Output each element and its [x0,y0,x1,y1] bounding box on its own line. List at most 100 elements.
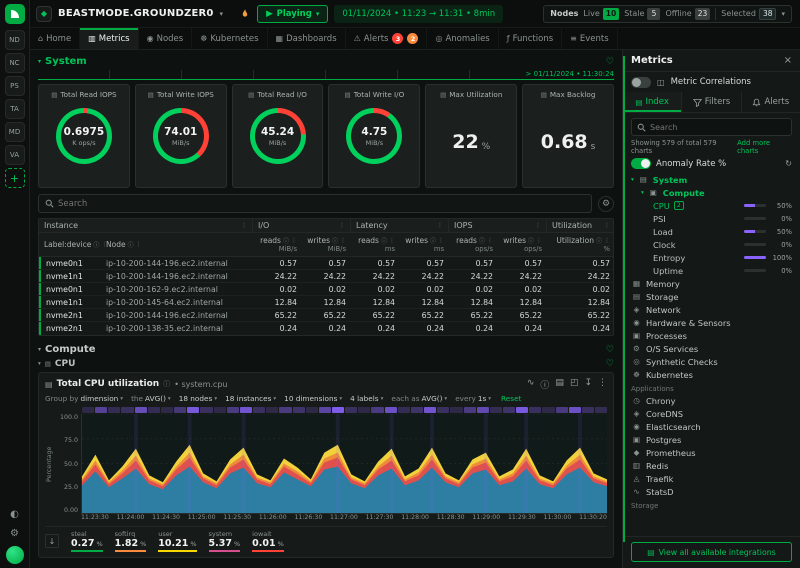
sidebar-item-kubernetes[interactable]: ☸Kubernetes [623,368,800,381]
metric-card-total-read-iops[interactable]: ▤Total Read IOPS0.6975K ops/s [38,84,130,188]
chevron-down-icon[interactable]: ▾ [38,58,41,65]
search-field[interactable] [58,199,585,209]
node-state-selected[interactable]: Selected38 [715,8,776,20]
info-icon[interactable]: ⓘ [163,379,170,389]
tab-metrics[interactable]: ▥Metrics [80,28,138,49]
node-cell[interactable]: ip-10-200-162-9.ec2.internal [101,283,253,295]
heart-icon[interactable]: ♡ [606,359,614,369]
legend-item-softirq[interactable]: softirq1.82% [115,530,147,552]
flame-icon[interactable] [239,8,251,20]
sidebar-item-redis[interactable]: ▥Redis [623,459,800,472]
sidebar-item-traefik[interactable]: ◬Traefik [623,472,800,485]
cpu-chart-svg[interactable] [82,414,607,513]
metrics-search[interactable] [631,118,792,136]
sidebar-item-processes[interactable]: ▣Processes [623,329,800,342]
metrics-search-field[interactable] [650,123,786,132]
tree-leaf-entropy[interactable]: Entropy100% [623,251,800,264]
column-header-node-1[interactable]: Nodeⓘ⋮ [101,233,253,256]
refresh-icon[interactable]: ↻ [785,159,792,168]
sidebar-item-network[interactable]: ◈Network [623,303,800,316]
nodes-status[interactable]: Nodes Live10Stale5Offline23Selected38 ▾ [543,5,792,23]
dimensions-sort-icon[interactable]: ↓ [45,534,59,548]
cpu-chart-plot[interactable] [81,414,607,514]
table-row[interactable]: nvme2n1ip-10-200-144-196.ec2.internal65.… [39,309,613,322]
column-group-i-o[interactable]: I/O⋮ [253,219,351,232]
chart-control-avg-[interactable]: each asAVG()▾ [391,394,447,403]
metric-card-total-write-i-o[interactable]: ▤Total Write I/O4.75MiB/s [328,84,420,188]
column-header-writes-3[interactable]: writesⓘ⋮MiB/s [302,233,351,256]
workspace-md[interactable]: MD [5,122,25,142]
legend-item-user[interactable]: user10.21% [158,530,196,552]
sidebar-item-storage[interactable]: ▤Storage [623,290,800,303]
tab-home[interactable]: ⌂Home [30,28,80,49]
chart-control-10-dimensions[interactable]: 10 dimensions▾ [284,394,342,403]
close-icon[interactable]: × [784,55,792,66]
expand-icon[interactable]: ◰ [570,378,579,391]
tab-alerts[interactable]: Alerts [742,92,800,112]
netdata-logo[interactable] [5,4,25,24]
search-input[interactable] [38,194,592,213]
add-space-button[interactable]: + [5,168,25,188]
node-state-stale[interactable]: Stale5 [624,8,660,20]
column-header-writes-7[interactable]: writesⓘ⋮ops/s [498,233,547,256]
settings-gear-icon[interactable]: ⚙ [5,525,25,541]
system-section-header[interactable]: ▾ System ♡ [38,54,614,69]
metric-card-total-write-iops[interactable]: ▤Total Write IOPS74.01MiB/s [135,84,227,188]
playing-button[interactable]: ▶ Playing ▾ [257,5,328,23]
node-cell[interactable]: ip-10-200-144-196.ec2.internal [101,270,253,282]
column-group-instance[interactable]: Instance⋮ [39,219,253,232]
sidebar-item-compute[interactable]: ▾ ▣ Compute [623,186,800,199]
workspace-va[interactable]: VA [5,145,25,165]
chart-control-18-instances[interactable]: 18 instances▾ [225,394,276,403]
chevron-down-icon[interactable]: ▾ [631,177,634,183]
chart-control-18-nodes[interactable]: 18 nodes▾ [179,394,217,403]
tab-nodes[interactable]: ◉Nodes [139,28,193,49]
sidebar-item-postgres[interactable]: ▣Postgres [623,433,800,446]
legend-item-iowait[interactable]: iowait0.01% [252,530,284,552]
column-header-reads-2[interactable]: readsⓘ⋮MiB/s [253,233,302,256]
column-header-writes-5[interactable]: writesⓘ⋮ms [400,233,449,256]
table-settings-icon[interactable]: ⚙ [598,196,614,212]
chevron-down-icon[interactable]: ▾ [220,10,224,18]
column-header-reads-6[interactable]: readsⓘ⋮ops/s [449,233,498,256]
legend-item-system[interactable]: system5.37% [209,530,241,552]
node-state-offline[interactable]: Offline23 [665,8,710,20]
table-row[interactable]: nvme0n1ip-10-200-162-9.ec2.internal0.020… [39,283,613,296]
tab-functions[interactable]: ƒFunctions [499,28,562,49]
view-integrations-button[interactable]: ▤ View all available integrations [631,542,792,562]
date-range-picker[interactable]: 01/11/2024 • 11:23 → 11:31 • 8min [334,5,503,23]
legend-item-steal[interactable]: steal0.27% [71,530,103,552]
column-header-reads-4[interactable]: readsⓘ⋮ms [351,233,400,256]
chart-control-avg-[interactable]: theAVG()▾ [131,394,171,403]
chevron-down-icon[interactable]: ▾ [38,346,41,353]
workspace-nd[interactable]: ND [5,30,25,50]
tab-dashboards[interactable]: ▦Dashboards [268,28,346,49]
more-icon[interactable]: ⋮ [598,378,607,391]
node-cell[interactable]: ip-10-200-138-35.ec2.internal [101,322,253,335]
column-header-label-device-0[interactable]: Label:deviceⓘ⋮ [39,233,101,256]
section-timeline[interactable]: > 01/11/2024 • 11:30:24 [38,70,614,80]
node-cell[interactable]: ip-10-200-144-196.ec2.internal [101,309,253,321]
chevron-down-icon[interactable]: ▾ [641,190,644,196]
tree-leaf-load[interactable]: Load50% [623,225,800,238]
chart-control-1s[interactable]: every1s▾ [455,394,491,403]
column-header-utilization-8[interactable]: Utilizationⓘ⋮% [547,233,614,256]
anomalies-icon[interactable]: ∿ [527,378,535,391]
user-avatar[interactable] [6,546,24,564]
sidebar-item-chrony[interactable]: ◷Chrony [623,394,800,407]
sidebar-item-memory[interactable]: ▦Memory [623,277,800,290]
chart-control-dimension[interactable]: Group bydimension▾ [45,394,123,403]
tab-anomalies[interactable]: ◎Anomalies [427,28,498,49]
column-group-latency[interactable]: Latency⋮ [351,219,449,232]
download-icon[interactable]: ↧ [584,378,592,391]
node-state-live[interactable]: Live10 [583,8,619,20]
chevron-down-icon[interactable]: ▾ [781,10,785,18]
metric-correlations-toggle[interactable] [631,77,651,88]
node-cell[interactable]: ip-10-200-144-196.ec2.internal [101,257,253,269]
compute-section-header[interactable]: ▾ Compute ♡ [38,342,614,357]
scrollbar[interactable] [623,56,625,542]
chevron-down-icon[interactable]: ▾ [38,361,41,367]
column-group-utilization[interactable]: Utilization⋮ [547,219,614,232]
table-row[interactable]: nvme1n1ip-10-200-145-64.ec2.internal12.8… [39,296,613,309]
sidebar-item-statsd[interactable]: ∿StatsD [623,485,800,498]
